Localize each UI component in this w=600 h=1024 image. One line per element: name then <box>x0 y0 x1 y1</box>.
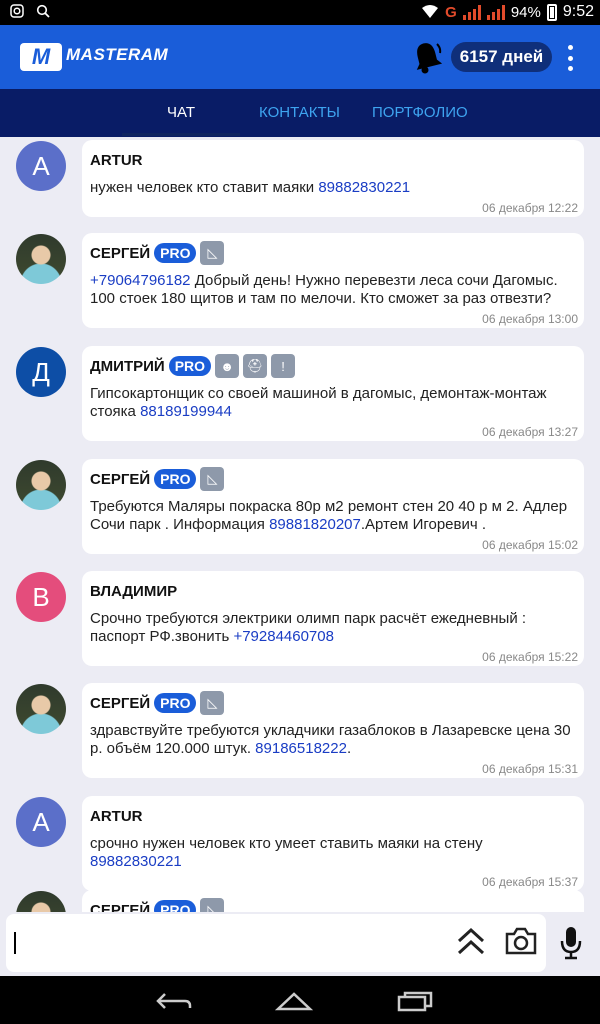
message-time: 06 декабря 13:00 <box>482 312 578 326</box>
sender-name[interactable]: СЕРГЕЙ <box>90 245 150 262</box>
avatar[interactable]: A <box>16 141 66 191</box>
camera-attach-icon[interactable] <box>504 926 538 956</box>
tab-portfolio[interactable]: ПОРТФОЛИО <box>372 89 468 137</box>
instagram-icon <box>10 4 24 18</box>
wifi-icon <box>422 5 439 18</box>
ruler-badge-icon: ◺ <box>200 467 225 491</box>
sender-name[interactable]: ARTUR <box>90 808 143 825</box>
message-time: 06 декабря 15:31 <box>482 762 578 776</box>
pro-badge: PRO <box>154 900 197 912</box>
message-card[interactable]: ARTUR срочно нужен человек кто умеет ста… <box>82 796 584 891</box>
message-card[interactable]: СЕРГЕЙ PRO ◺ <box>82 890 584 912</box>
message-card[interactable]: ARTUR нужен человек кто ставит маяки 898… <box>82 140 584 217</box>
message-time: 06 декабря 15:22 <box>482 650 578 664</box>
message-card[interactable]: СЕРГЕЙ PRO ◺ здравствуйте требуются укладч… <box>82 683 584 778</box>
kebab-menu-icon[interactable] <box>562 45 578 71</box>
tab-bar: ЧАТ КОНТАКТЫ ПОРТФОЛИО <box>0 89 600 137</box>
phone-link[interactable]: +79284460708 <box>233 628 334 645</box>
home-icon[interactable] <box>275 990 313 1012</box>
clock: 9:52 <box>562 3 594 20</box>
worker-badge-icon: ☻ <box>215 354 240 378</box>
sender-name[interactable]: ВЛАДИМИР <box>90 583 177 600</box>
tab-chat[interactable]: ЧАТ <box>167 89 195 137</box>
avatar[interactable] <box>16 684 66 734</box>
sender-name[interactable]: ДМИТРИЙ <box>90 358 165 375</box>
battery-icon <box>546 3 557 21</box>
sender-name[interactable]: СЕРГЕЙ <box>90 902 150 913</box>
message-card[interactable]: ДМИТРИЙ PRO ☻ ⛑! Гипсокартонщик со своей ма… <box>82 346 584 441</box>
pro-badge: PRO <box>168 356 212 376</box>
message-text: нужен человек кто ставит маяки 898828302… <box>90 179 411 196</box>
tab-contacts[interactable]: КОНТАКТЫ <box>259 89 340 137</box>
phone-link[interactable]: 89882830221 <box>318 179 410 196</box>
avatar[interactable] <box>16 234 66 284</box>
scroll-up-icon[interactable] <box>456 926 486 956</box>
microphone-icon[interactable] <box>560 926 582 960</box>
phone-link[interactable]: 89186518222 <box>255 740 347 757</box>
avatar[interactable]: Д <box>16 347 66 397</box>
recents-icon[interactable] <box>396 990 434 1012</box>
status-bar: G 94% 9:52 <box>0 0 600 25</box>
active-tab-indicator <box>122 133 240 136</box>
search-icon <box>36 4 50 18</box>
pro-badge: PRO <box>154 243 197 263</box>
composer-bar <box>0 912 600 976</box>
avatar[interactable] <box>16 891 66 912</box>
signal-icon <box>462 4 481 20</box>
ruler-badge-icon: ◺ <box>200 691 225 715</box>
message-text: Срочно требуются электрики олимп парк ра… <box>90 610 527 645</box>
message-card[interactable]: ВЛАДИМИР Срочно требуются электрики олим… <box>82 571 584 666</box>
helmet-badge-icon: ⛑ <box>243 354 268 378</box>
message-list[interactable]: A ARTUR нужен человек кто ставит маяки 8… <box>0 137 600 912</box>
sender-name[interactable]: ARTUR <box>90 152 143 169</box>
sender-name[interactable]: СЕРГЕЙ <box>90 695 150 712</box>
avatar[interactable]: В <box>16 572 66 622</box>
brush-badge-icon: ! <box>271 354 296 378</box>
bell-icon[interactable] <box>412 40 442 74</box>
ruler-badge-icon: ◺ <box>200 241 225 265</box>
text-caret <box>14 932 16 954</box>
phone-link[interactable]: +79064796182 <box>90 272 191 289</box>
ruler-badge-icon: ◺ <box>200 898 225 912</box>
message-time: 06 декабря 15:37 <box>482 875 578 889</box>
message-text: Гипсокартонщик со своей машиной в дагомы… <box>90 385 547 420</box>
message-time: 06 декабря 12:22 <box>482 201 578 215</box>
message-text: +79064796182 Добрый день! Нужно перевезт… <box>90 272 558 307</box>
phone-link[interactable]: 89881820207 <box>269 516 361 533</box>
days-badge[interactable]: 6157 дней <box>451 42 552 72</box>
message-card[interactable]: СЕРГЕЙ PRO ◺ Требуются Маляры покраска 80р… <box>82 459 584 554</box>
network-type: G <box>445 3 457 21</box>
system-nav-bar <box>0 976 600 1024</box>
message-time: 06 декабря 15:02 <box>482 538 578 552</box>
message-text: Требуются Маляры покраска 80р м2 ремонт … <box>90 498 568 533</box>
avatar[interactable]: A <box>16 797 66 847</box>
pro-badge: PRO <box>154 693 197 713</box>
phone-link[interactable]: 89882830221 <box>90 853 182 870</box>
app-name: MASTERAM <box>66 45 169 64</box>
signal-icon-2 <box>486 4 505 20</box>
avatar[interactable] <box>16 460 66 510</box>
pro-badge: PRO <box>154 469 197 489</box>
back-icon[interactable] <box>155 990 193 1012</box>
phone-link[interactable]: 88189199944 <box>140 403 232 420</box>
battery-percent: 94% <box>510 3 541 21</box>
message-text: здравствуйте требуются укладчики газабло… <box>90 722 571 757</box>
app-bar: M MASTERAM 6157 дней <box>0 25 600 89</box>
message-card[interactable]: СЕРГЕЙ PRO ◺ +79064796182 Добрый день! Нуж… <box>82 233 584 328</box>
sender-name[interactable]: СЕРГЕЙ <box>90 471 150 488</box>
message-text: срочно нужен человек кто умеет ставить м… <box>90 835 483 870</box>
message-time: 06 декабря 13:27 <box>482 425 578 439</box>
logo-icon: M <box>20 43 62 71</box>
